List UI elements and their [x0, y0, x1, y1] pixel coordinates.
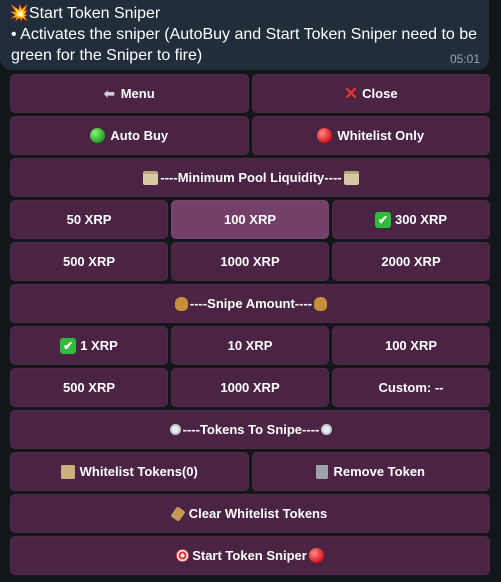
snipe-option-label: 100 XRP	[384, 338, 438, 353]
menu-button[interactable]: ⬅ Menu	[10, 74, 249, 113]
magnifying-glass-icon	[169, 424, 181, 435]
close-icon: ✕	[343, 83, 359, 103]
pool-100-xrp-button[interactable]: 100 XRP	[171, 200, 329, 239]
whitelist-tokens-button[interactable]: Whitelist Tokens(0)	[10, 452, 249, 491]
keyboard-row: Auto Buy Whitelist Only	[10, 116, 490, 155]
start-sniper-label: Start Token Sniper	[192, 548, 307, 563]
close-label: Close	[362, 86, 398, 101]
keyboard-row: ✔ 1 XRP 10 XRP 100 XRP	[10, 326, 490, 365]
pool-2000-xrp-button[interactable]: 2000 XRP	[332, 242, 490, 281]
green-circle-icon	[90, 128, 106, 143]
message-title: 💥Start Token Sniper	[9, 5, 161, 22]
clear-whitelist-tokens-button[interactable]: Clear Whitelist Tokens	[10, 494, 490, 533]
magnifying-glass-icon	[321, 424, 333, 435]
keyboard-row: ⬅ Menu ✕ Close	[10, 74, 490, 113]
snipe-500-xrp-button[interactable]: 500 XRP	[10, 368, 168, 407]
back-arrow-icon: ⬅	[103, 85, 115, 101]
keyboard-row: 500 XRP 1000 XRP 2000 XRP	[10, 242, 490, 281]
whitelist-only-button[interactable]: Whitelist Only	[251, 116, 490, 155]
keyboard-row: 50 XRP 100 XRP ✔ 300 XRP	[10, 200, 490, 239]
clear-whitelist-label: Clear Whitelist Tokens	[188, 506, 328, 521]
pool-50-xrp-button[interactable]: 50 XRP	[10, 200, 168, 239]
snipe-1-xrp-button[interactable]: ✔ 1 XRP	[10, 326, 168, 365]
whitelist-only-label: Whitelist Only	[337, 128, 425, 143]
money-bag-icon	[314, 296, 328, 311]
message-body: • Activates the sniper (AutoBuy and Star…	[11, 26, 478, 64]
trash-icon	[316, 464, 329, 479]
red-circle-icon	[308, 548, 324, 563]
inline-keyboard: ⬅ Menu ✕ Close Auto Buy Whitelist Only -…	[0, 74, 501, 582]
keyboard-row: Clear Whitelist Tokens	[10, 494, 490, 533]
menu-label: Menu	[120, 86, 155, 101]
checkmark-icon: ✔	[60, 337, 77, 354]
pool-option-label: 300 XRP	[394, 212, 448, 227]
snipe-10-xrp-button[interactable]: 10 XRP	[171, 326, 329, 365]
snipe-custom-button[interactable]: Custom: --	[332, 368, 490, 407]
target-icon	[176, 549, 190, 562]
pool-option-label: 1000 XRP	[220, 254, 280, 269]
remove-token-button[interactable]: Remove Token	[251, 452, 490, 491]
tokens-to-snipe-header-button[interactable]: ----Tokens To Snipe----	[10, 410, 490, 449]
min-pool-liquidity-header-button[interactable]: ----Minimum Pool Liquidity----	[10, 158, 490, 197]
snipe-1000-xrp-button[interactable]: 1000 XRP	[171, 368, 329, 407]
start-token-sniper-button[interactable]: Start Token Sniper	[10, 536, 490, 575]
tokens-to-snipe-label: ----Tokens To Snipe----	[182, 422, 320, 437]
snipe-amount-header-button[interactable]: ----Snipe Amount----	[10, 284, 490, 323]
remove-token-label: Remove Token	[333, 464, 425, 479]
snipe-option-label: 500 XRP	[62, 380, 116, 395]
bank-icon	[143, 170, 159, 185]
red-circle-icon	[317, 128, 333, 143]
message-time: 05:01	[449, 52, 480, 66]
keyboard-row: ----Tokens To Snipe----	[10, 410, 490, 449]
pool-500-xrp-button[interactable]: 500 XRP	[10, 242, 168, 281]
snipe-option-label: Custom: --	[378, 380, 444, 395]
scroll-icon	[60, 464, 75, 479]
checkmark-icon: ✔	[374, 211, 391, 228]
bank-icon	[343, 170, 359, 185]
keyboard-row: ----Minimum Pool Liquidity----	[10, 158, 490, 197]
auto-buy-button[interactable]: Auto Buy	[10, 116, 249, 155]
message-bubble: 💥Start Token Sniper • Activates the snip…	[0, 0, 489, 70]
pool-option-label: 100 XRP	[223, 212, 277, 227]
pool-option-label: 2000 XRP	[381, 254, 441, 269]
whitelist-tokens-label: Whitelist Tokens(0)	[79, 464, 198, 479]
keyboard-row: Start Token Sniper	[10, 536, 490, 575]
money-bag-icon	[174, 296, 188, 311]
pool-option-label: 50 XRP	[66, 212, 112, 227]
min-pool-liquidity-label: ----Minimum Pool Liquidity----	[160, 170, 342, 185]
broom-icon	[170, 505, 186, 522]
keyboard-row: 500 XRP 1000 XRP Custom: --	[10, 368, 490, 407]
snipe-option-label: 1 XRP	[80, 338, 118, 353]
keyboard-row: ----Snipe Amount----	[10, 284, 490, 323]
close-button[interactable]: ✕ Close	[251, 74, 490, 113]
snipe-100-xrp-button[interactable]: 100 XRP	[332, 326, 490, 365]
pool-300-xrp-button[interactable]: ✔ 300 XRP	[332, 200, 490, 239]
keyboard-row: Whitelist Tokens(0) Remove Token	[10, 452, 490, 491]
pool-option-label: 500 XRP	[62, 254, 116, 269]
auto-buy-label: Auto Buy	[110, 128, 169, 143]
pool-1000-xrp-button[interactable]: 1000 XRP	[171, 242, 329, 281]
snipe-option-label: 10 XRP	[227, 338, 273, 353]
snipe-amount-label: ----Snipe Amount----	[189, 296, 313, 311]
snipe-option-label: 1000 XRP	[220, 380, 280, 395]
